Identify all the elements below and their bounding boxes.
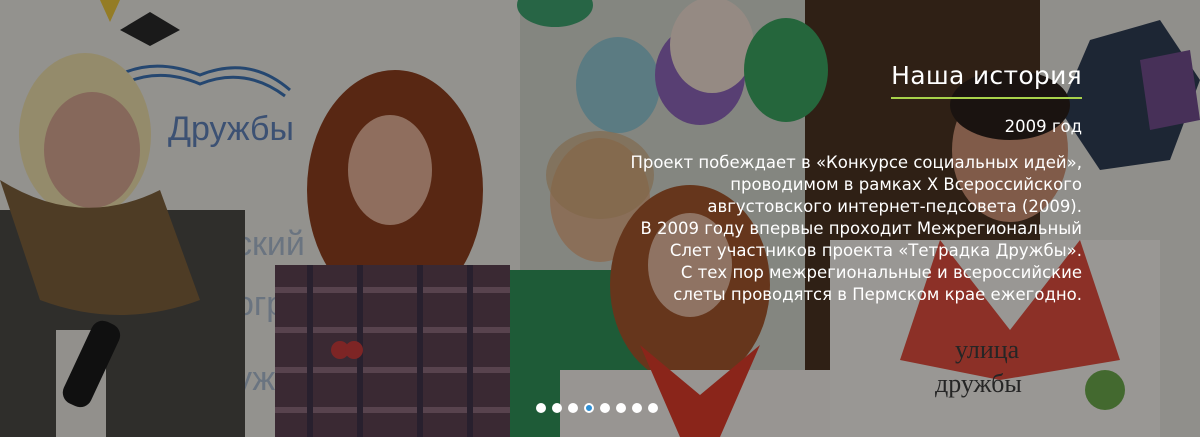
- pagination-dot-6[interactable]: [616, 403, 626, 413]
- description-line: Слет участников проекта «Тетрадка Дружбы…: [669, 241, 1082, 260]
- slide-caption: Наша история 2009 год Проект побеждает в…: [522, 58, 1082, 306]
- slide-description: Проект побеждает в «Конкурсе социальных …: [522, 152, 1082, 306]
- pagination-dot-2[interactable]: [552, 403, 562, 413]
- history-slider[interactable]: Дружбы ский огр ужб улица дружбы Наша ис…: [0, 0, 1200, 437]
- pagination-dot-7[interactable]: [632, 403, 642, 413]
- slide-title: Наша история: [891, 58, 1082, 99]
- description-line: С тех пор межрегиональные и всероссийски…: [680, 263, 1082, 282]
- pagination-dot-8[interactable]: [648, 403, 658, 413]
- pagination-dot-4[interactable]: [584, 403, 594, 413]
- description-line: августовского интернет-педсовета (2009).: [707, 197, 1082, 216]
- description-line: слеты проводятся в Пермском крае ежегодн…: [673, 285, 1082, 304]
- pagination-dot-5[interactable]: [600, 403, 610, 413]
- description-line: проводимом в рамках X Всероссийского: [730, 175, 1082, 194]
- slide-year: 2009 год: [1004, 117, 1082, 136]
- pagination-dot-3[interactable]: [568, 403, 578, 413]
- description-line: В 2009 году впервые проходит Межрегионал…: [640, 219, 1082, 238]
- pagination-dot-1[interactable]: [536, 403, 546, 413]
- slider-pagination: [536, 403, 658, 413]
- description-line: Проект побеждает в «Конкурсе социальных …: [630, 153, 1082, 172]
